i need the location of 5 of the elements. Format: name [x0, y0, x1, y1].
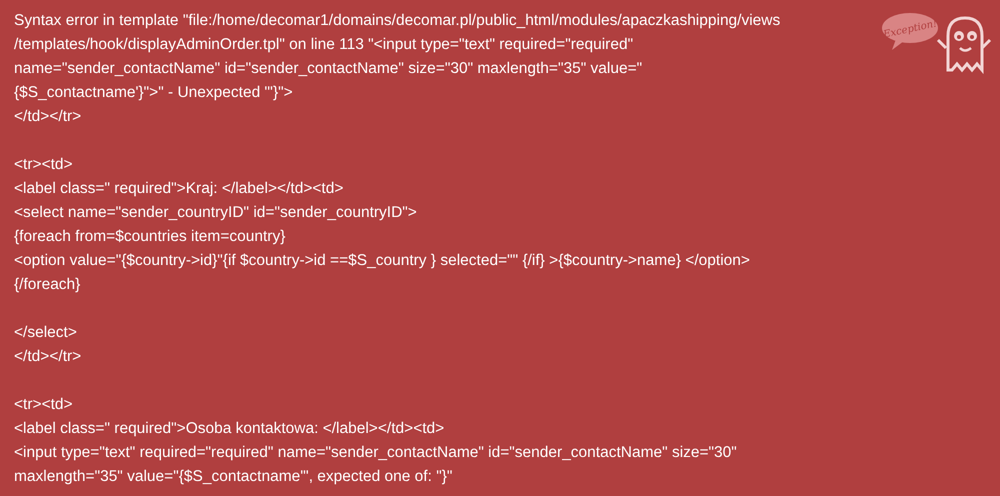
error-message: <tr><td> <label class=" required">Osoba kontaktowa: </label></td><td> <input type="text" required="required" name="sender_contactName" id="sender_contactName" size="30" maxlength="35" value="{$S_contactname'", expected one of: "}" [14, 395, 737, 487]
ghost-mascot-drawing: Exception! [880, 6, 992, 78]
error-message: </select> </td></tr> [14, 323, 82, 367]
error-message: Syntax error in template "file:/home/decomar1/domains/decomar.pl/public_html/modules/apaczkashipping/views /templates/hook/displayAdminOrder.tpl" on line 113 "<input type="text" required="required" name="sender_contactName" id="sender_contactName" size="30" maxlength="35" value=" {$S_contactname'}">" - Unexpected "'}"> </td></tr> [14, 11, 780, 127]
error-message: <tr><td> <label class=" required">Kraj: </label></td><td> <select name="sender_countryID" id="sender_countryID"> {foreach from=$countries item=country} <option value="{$country->id}"{if $country->id ==$S_country } selected="" {/if} >{$country->name} </option> {/foreach} [14, 155, 750, 295]
